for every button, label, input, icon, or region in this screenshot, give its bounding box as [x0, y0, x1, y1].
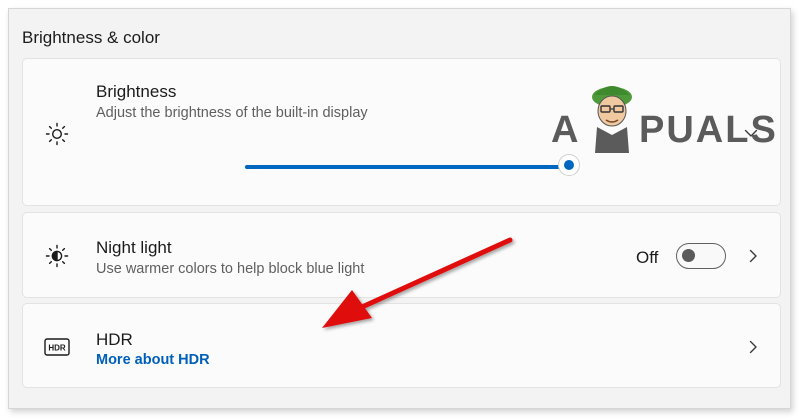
appuals-watermark: A PUALS: [551, 86, 791, 157]
night-light-card[interactable]: Night light Use warmer colors to help bl…: [22, 212, 781, 298]
section-title: Brightness & color: [22, 28, 160, 47]
chevron-right-icon[interactable]: [745, 248, 761, 269]
watermark-letter-a: A: [551, 109, 581, 151]
hdr-card[interactable]: HDR HDR More about HDR: [22, 303, 781, 388]
night-light-toggle[interactable]: [676, 243, 726, 269]
more-about-hdr-link[interactable]: More about HDR: [96, 352, 210, 368]
brightness-card[interactable]: Brightness Adjust the brightness of the …: [22, 58, 781, 206]
svg-text:HDR: HDR: [48, 344, 66, 353]
sun-icon: [45, 122, 69, 151]
brightness-title: Brightness: [96, 82, 177, 101]
hdr-title: HDR: [96, 330, 133, 349]
night-light-state: Off: [636, 248, 659, 267]
brightness-subtitle: Adjust the brightness of the built-in di…: [96, 105, 368, 121]
toggle-knob: [682, 249, 695, 262]
brightness-slider-fill: [245, 165, 569, 169]
watermark-letters-puals: PUALS: [639, 109, 778, 151]
night-light-subtitle: Use warmer colors to help block blue lig…: [96, 261, 365, 277]
night-light-title: Night light: [96, 238, 172, 257]
chevron-right-icon[interactable]: [745, 339, 761, 360]
brightness-slider[interactable]: [245, 165, 569, 169]
mascot-icon: [585, 75, 639, 160]
night-light-icon: [45, 244, 69, 273]
brightness-slider-thumb[interactable]: [558, 154, 580, 176]
hdr-icon: HDR: [44, 338, 70, 361]
